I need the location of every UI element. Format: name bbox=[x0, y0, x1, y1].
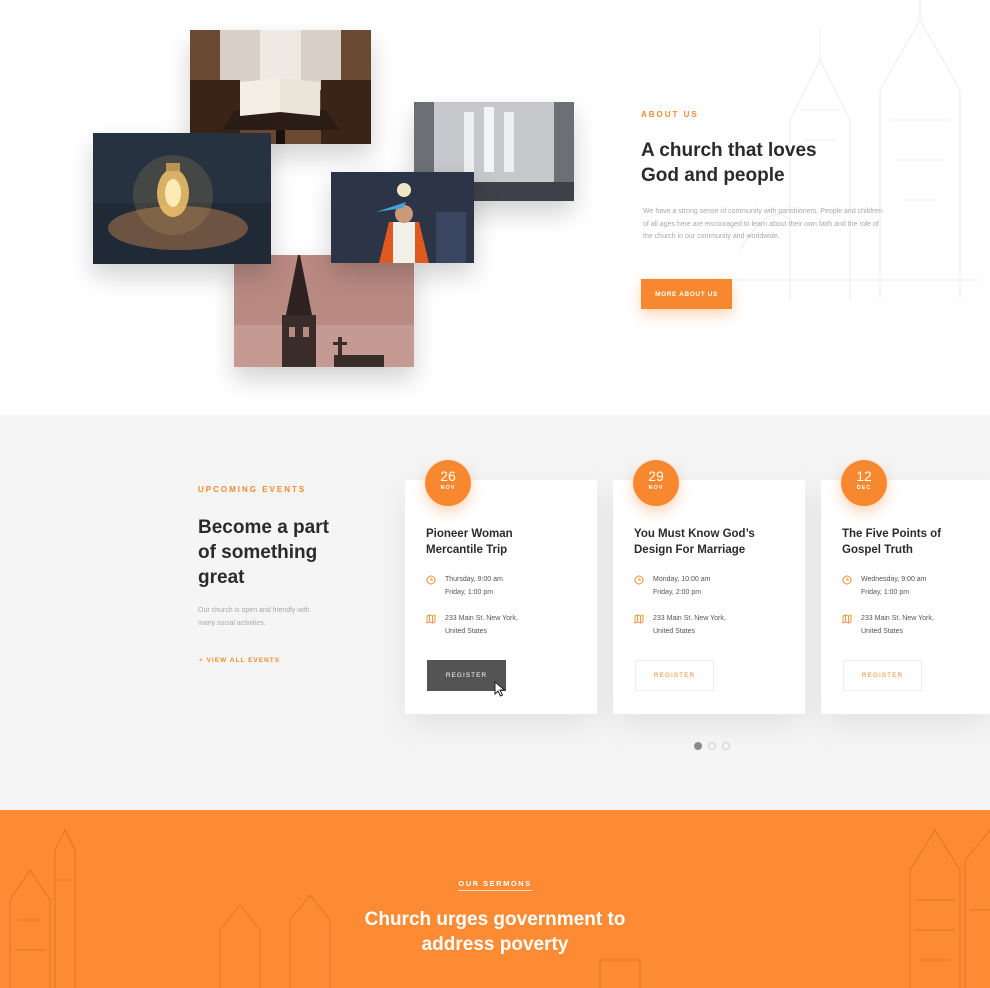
sermons-title-line-2: address poverty bbox=[421, 934, 569, 955]
map-icon bbox=[426, 614, 436, 624]
event-location-line-2: United States bbox=[445, 627, 488, 635]
event-month: NOV bbox=[440, 485, 456, 491]
events-title-line-3: great bbox=[198, 567, 245, 588]
clock-icon bbox=[842, 575, 852, 585]
mouse-pointer-icon bbox=[494, 681, 506, 697]
event-time-line-2: Friday, 1:00 pm bbox=[445, 588, 494, 596]
event-card: 26 NOV Pioneer Woman Mercantile Trip Thu… bbox=[405, 460, 597, 714]
clock-icon bbox=[426, 575, 436, 585]
photo-lightbulb-hands bbox=[93, 133, 271, 264]
photo-church-steeple bbox=[234, 255, 414, 367]
events-eyebrow: UPCOMING EVENTS bbox=[198, 485, 307, 494]
city-sketch-background bbox=[9, 828, 990, 988]
map-icon bbox=[842, 614, 852, 624]
events-section: UPCOMING EVENTS Become a part of somethi… bbox=[0, 415, 990, 810]
event-location: 233 Main St. New York, United States bbox=[426, 613, 586, 638]
event-location-line-1: 233 Main St. New York, bbox=[861, 615, 934, 622]
event-card: 29 NOV You Must Know God’s Design For Ma… bbox=[613, 460, 805, 714]
register-button[interactable]: REGISTER bbox=[843, 660, 922, 691]
carousel-dot[interactable] bbox=[722, 742, 730, 750]
carousel-dot[interactable] bbox=[694, 742, 702, 750]
about-title-line-1: A church that loves bbox=[641, 140, 817, 161]
sermons-eyebrow-label: OUR SERMONS bbox=[458, 879, 532, 891]
event-title[interactable]: Pioneer Woman Mercantile Trip bbox=[426, 526, 586, 558]
event-time: Monday, 10:00 am Friday, 2:00 pm bbox=[634, 574, 794, 599]
event-title[interactable]: The Five Points of Gospel Truth bbox=[842, 526, 990, 558]
events-title-line-1: Become a part bbox=[198, 517, 329, 538]
more-about-us-button[interactable]: MORE ABOUT US bbox=[641, 279, 732, 309]
clock-icon bbox=[634, 575, 644, 585]
register-button[interactable]: REGISTER bbox=[635, 660, 714, 691]
sermons-title: Church urges government to address pover… bbox=[345, 907, 645, 957]
event-title-line-2: Mercantile Trip bbox=[426, 544, 508, 556]
events-title: Become a part of something great bbox=[198, 515, 348, 590]
map-icon bbox=[634, 614, 644, 624]
event-time-line-2: Friday, 2:00 pm bbox=[653, 588, 702, 596]
about-section: ABOUT US A church that loves God and peo… bbox=[0, 0, 990, 415]
about-title-line-2: God and people bbox=[641, 165, 785, 186]
event-date-badge: 29 NOV bbox=[633, 460, 679, 506]
events-title-line-2: of something bbox=[198, 542, 318, 563]
event-title-line-1: You Must Know God’s bbox=[634, 528, 755, 540]
event-location: 233 Main St. New York, United States bbox=[634, 613, 794, 638]
event-day: 26 bbox=[440, 468, 456, 484]
event-date-badge: 26 NOV bbox=[425, 460, 471, 506]
carousel-dot[interactable] bbox=[708, 742, 716, 750]
about-title: A church that loves God and people bbox=[641, 138, 861, 188]
photo-open-bible bbox=[190, 30, 371, 144]
view-all-events-link[interactable]: + VIEW ALL EVENTS bbox=[199, 657, 280, 664]
about-eyebrow: ABOUT US bbox=[641, 110, 699, 119]
event-title-line-2: Gospel Truth bbox=[842, 544, 913, 556]
event-title-line-1: Pioneer Woman bbox=[426, 528, 513, 540]
event-location: 233 Main St. New York, United States bbox=[842, 613, 990, 638]
event-month: NOV bbox=[648, 485, 664, 491]
event-card: 12 DEC The Five Points of Gospel Truth W… bbox=[821, 460, 990, 714]
event-time-line-1: Thursday, 9:00 am bbox=[445, 576, 503, 583]
event-day: 12 bbox=[856, 468, 872, 484]
event-location-line-2: United States bbox=[653, 627, 696, 635]
events-description: Our church is open and friendly with man… bbox=[198, 607, 310, 627]
event-location-line-2: United States bbox=[861, 627, 904, 635]
event-time-line-1: Wednesday, 9:00 am bbox=[861, 576, 927, 583]
event-month: DEC bbox=[856, 485, 872, 491]
about-description: We have a strong sense of community with… bbox=[643, 208, 883, 240]
sermons-section: OUR SERMONS Church urges government to a… bbox=[0, 810, 990, 988]
sermons-eyebrow: OUR SERMONS bbox=[0, 879, 990, 891]
event-time-line-1: Monday, 10:00 am bbox=[653, 576, 711, 583]
event-location-line-1: 233 Main St. New York, bbox=[445, 615, 518, 622]
event-title[interactable]: You Must Know God’s Design For Marriage bbox=[634, 526, 794, 558]
event-time: Wednesday, 9:00 am Friday, 1:00 pm bbox=[842, 574, 990, 599]
event-title-line-1: The Five Points of bbox=[842, 528, 942, 540]
carousel-pagination bbox=[694, 742, 730, 750]
event-time-line-2: Friday, 1:00 pm bbox=[861, 588, 910, 596]
event-date-badge: 12 DEC bbox=[841, 460, 887, 506]
sermons-title-line-1: Church urges government to bbox=[364, 909, 626, 930]
event-title-line-2: Design For Marriage bbox=[634, 544, 746, 556]
event-day: 29 bbox=[648, 468, 664, 484]
event-location-line-1: 233 Main St. New York, bbox=[653, 615, 726, 622]
photo-priest-praying bbox=[331, 172, 474, 263]
event-time: Thursday, 9:00 am Friday, 1:00 pm bbox=[426, 574, 586, 599]
